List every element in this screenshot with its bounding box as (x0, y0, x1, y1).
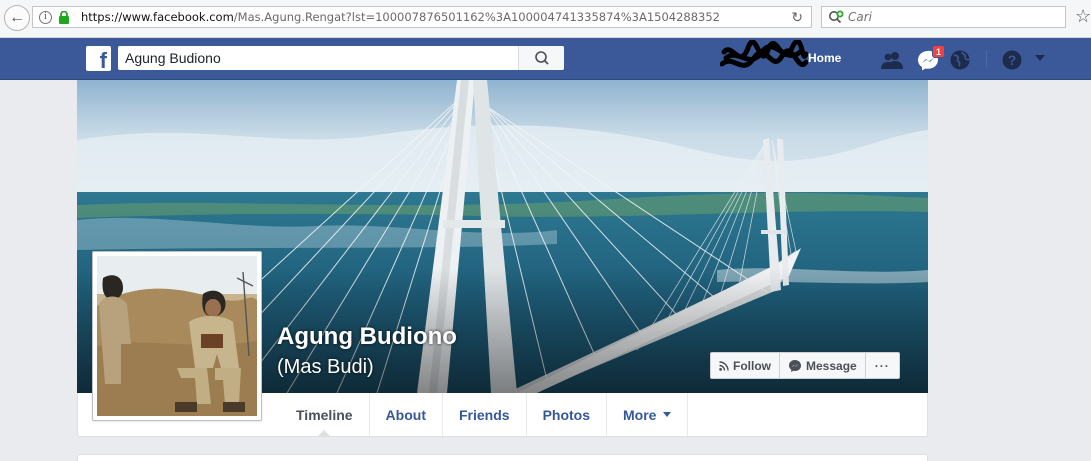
caret-down-icon (663, 412, 672, 417)
follow-label: Follow (733, 358, 771, 373)
address-bar[interactable]: i https://www.facebook.com/Mas.Agung.Ren… (32, 6, 812, 28)
lock-icon (59, 11, 69, 24)
url-text[interactable]: https://www.facebook.com/Mas.Agung.Renga… (81, 10, 720, 24)
home-link[interactable]: Home (808, 51, 841, 65)
messenger-icon (789, 359, 801, 372)
tab-label: Photos (542, 406, 591, 423)
profile-name[interactable]: Agung Budiono (277, 323, 457, 351)
browser-toolbar: ← i https://www.facebook.com/Mas.Agung.R… (0, 0, 1091, 38)
follow-button[interactable]: Follow (710, 352, 780, 379)
redacted-user-scribble (720, 40, 808, 68)
rss-icon (719, 360, 729, 371)
profile-photo-image (97, 256, 257, 416)
facebook-logo-icon[interactable]: f (86, 46, 111, 71)
content-card (77, 454, 928, 461)
more-options-button[interactable]: ··· (864, 352, 900, 379)
url-host: https://www.facebook.com (81, 10, 234, 24)
search-engine-icon[interactable] (828, 10, 844, 24)
reload-icon[interactable]: ↻ (791, 9, 803, 26)
message-button[interactable]: Message (779, 352, 866, 379)
svg-text:?: ? (1008, 52, 1017, 68)
tab-label: Timeline (296, 406, 353, 423)
tab-more[interactable]: More (607, 393, 689, 436)
help-icon[interactable]: ? (1000, 49, 1024, 71)
bookmark-star-icon[interactable]: ☆ (1075, 6, 1091, 27)
profile-picture[interactable] (92, 251, 262, 421)
friends-icon[interactable] (880, 49, 904, 71)
facebook-top-bar: f Home 1 ? (0, 38, 1091, 80)
tab-about[interactable]: About (370, 393, 443, 436)
message-label: Message (806, 358, 857, 373)
browser-search-box[interactable] (821, 6, 1066, 28)
globe-icon[interactable] (948, 49, 972, 71)
magnifier-icon (535, 51, 549, 65)
caret-down-icon[interactable] (1035, 55, 1045, 61)
messages-badge: 1 (932, 45, 946, 58)
back-arrow-icon[interactable]: ← (4, 5, 30, 31)
facebook-search-input[interactable] (125, 49, 515, 67)
tab-label: About (385, 406, 426, 423)
url-path: /Mas.Agung.Rengat?lst=100007876501162%3A… (233, 10, 720, 24)
browser-search-input[interactable] (848, 8, 1058, 26)
more-options-label: ··· (874, 358, 890, 373)
search-button[interactable] (518, 46, 564, 70)
tab-timeline[interactable]: Timeline (280, 393, 370, 436)
tab-label: More (623, 406, 657, 423)
info-icon[interactable]: i (39, 11, 52, 24)
cover-action-buttons: Follow Message ··· (710, 352, 900, 379)
profile-alternate-name: (Mas Budi) (277, 356, 374, 378)
facebook-search (118, 46, 564, 70)
top-bar-divider (986, 50, 987, 68)
tab-label: Friends (458, 406, 510, 423)
tab-photos[interactable]: Photos (527, 393, 608, 436)
profile-tabs: Timeline About Friends Photos More (280, 393, 689, 436)
tab-friends[interactable]: Friends (443, 393, 527, 436)
